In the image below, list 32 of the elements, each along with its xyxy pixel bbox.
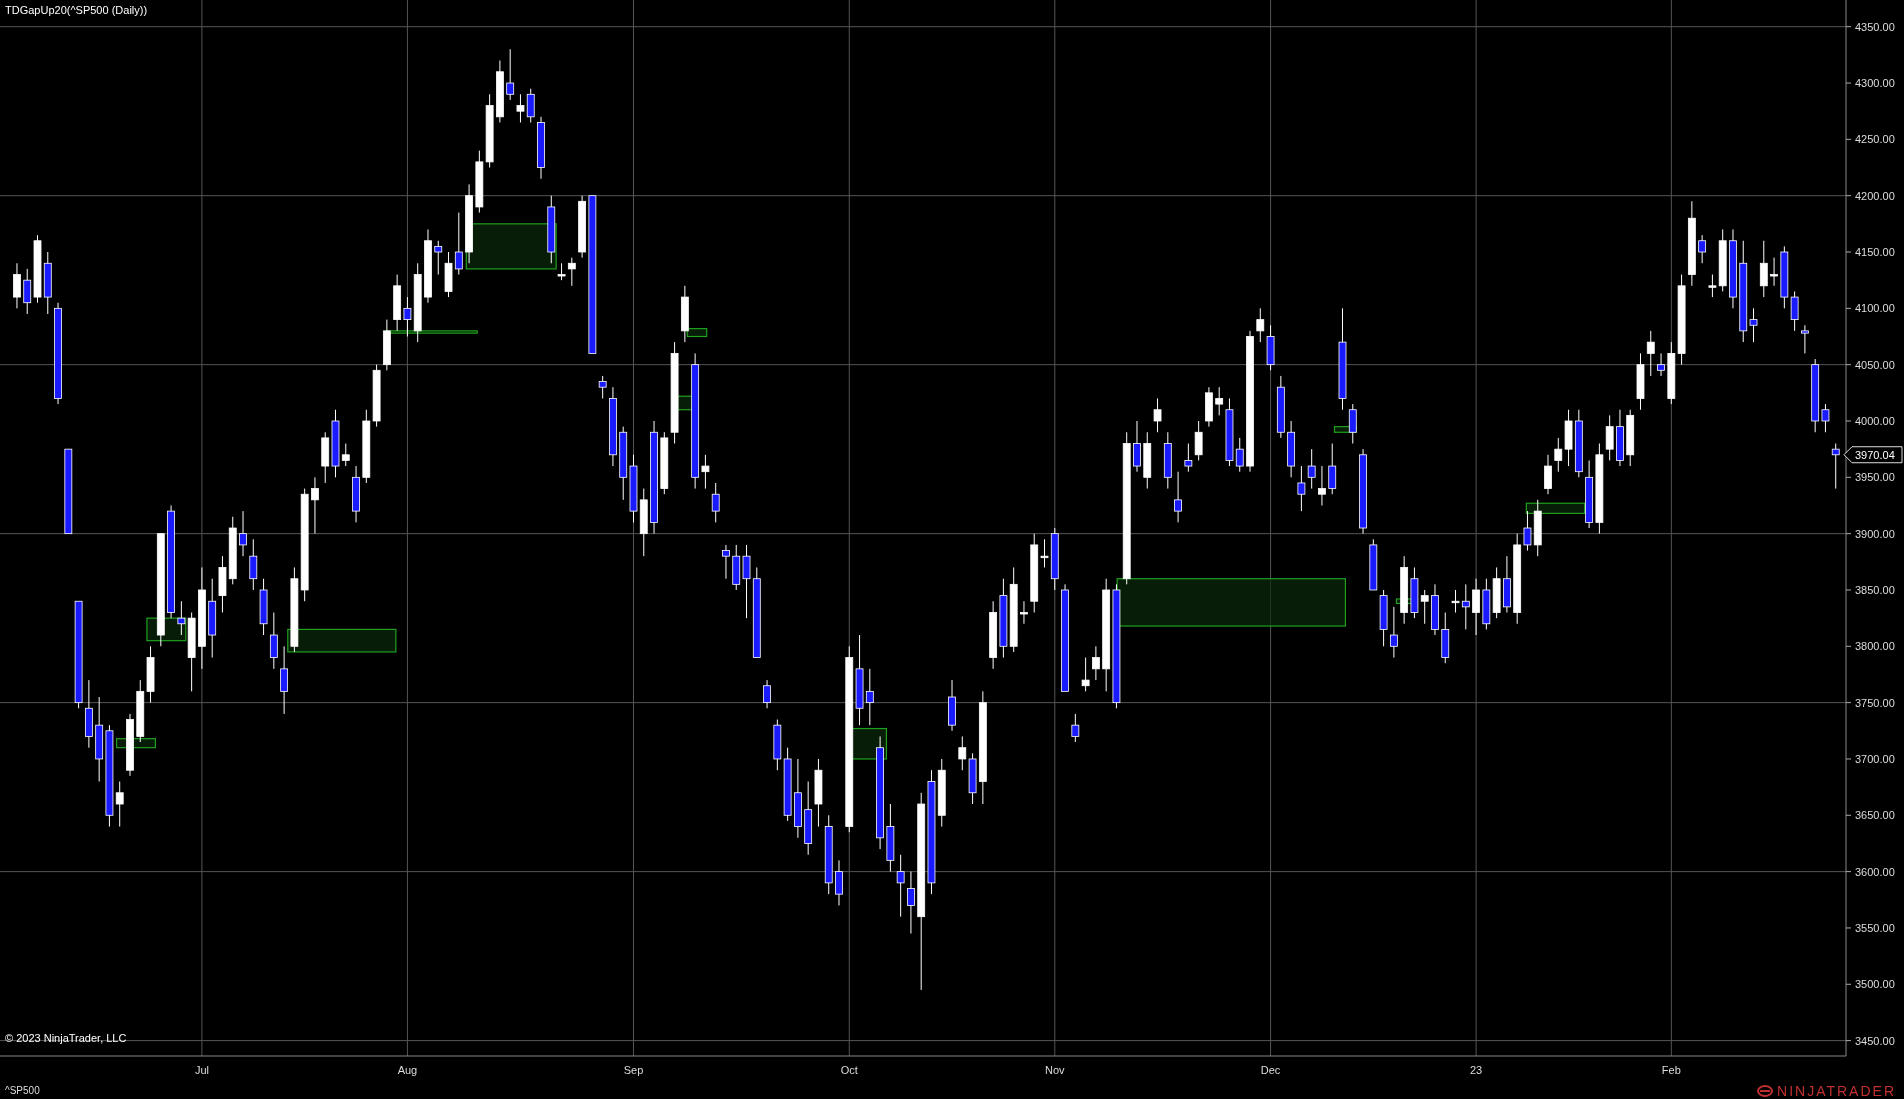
logo-text: NINJATRADER — [1777, 1082, 1896, 1099]
price-axis-label: 4250.00 — [1855, 133, 1895, 146]
price-axis-label: 3950.00 — [1855, 471, 1895, 484]
price-axis-label: 3850.00 — [1855, 584, 1895, 596]
price-axis-label: 4000.00 — [1855, 415, 1895, 427]
price-axis-label: 3900.00 — [1855, 527, 1895, 540]
price-axis-label: 3750.00 — [1855, 696, 1895, 709]
price-axis-label: 3550.00 — [1855, 921, 1895, 934]
symbol-label: ^SP500 — [5, 1085, 40, 1096]
price-axis-label: 3450.00 — [1855, 1034, 1895, 1047]
price-axis-label: 4300.00 — [1855, 77, 1895, 90]
time-axis-label: Oct — [840, 1064, 858, 1076]
copyright-text: © 2023 NinjaTrader, LLC — [5, 1032, 127, 1044]
chart-title: TDGapUp20(^SP500 (Daily)) — [5, 4, 148, 16]
time-axis-label: Sep — [623, 1064, 644, 1076]
time-axis-label: Feb — [1661, 1064, 1681, 1076]
time-axis-label: 23 — [1469, 1064, 1483, 1076]
price-axis-label: 3800.00 — [1855, 640, 1895, 653]
price-axis-label: 4350.00 — [1855, 20, 1895, 33]
price-axis-label: 3700.00 — [1855, 752, 1895, 765]
time-axis-label: Nov — [1045, 1064, 1065, 1076]
time-axis-label: Dec — [1260, 1064, 1281, 1076]
price-axis-label: 3600.00 — [1855, 865, 1895, 878]
price-axis-label: 4100.00 — [1855, 302, 1895, 315]
price-axis-label: 4200.00 — [1855, 189, 1895, 202]
price-axis-label: 3650.00 — [1855, 809, 1895, 822]
time-axis-label: Jul — [194, 1064, 209, 1076]
price-axis-label: 4050.00 — [1855, 358, 1895, 371]
time-axis-label: Aug — [397, 1064, 418, 1076]
price-axis-label: 4150.00 — [1855, 246, 1895, 258]
price-axis-label: 3500.00 — [1855, 978, 1895, 991]
current-price-label: 3970.04 — [1855, 448, 1895, 461]
